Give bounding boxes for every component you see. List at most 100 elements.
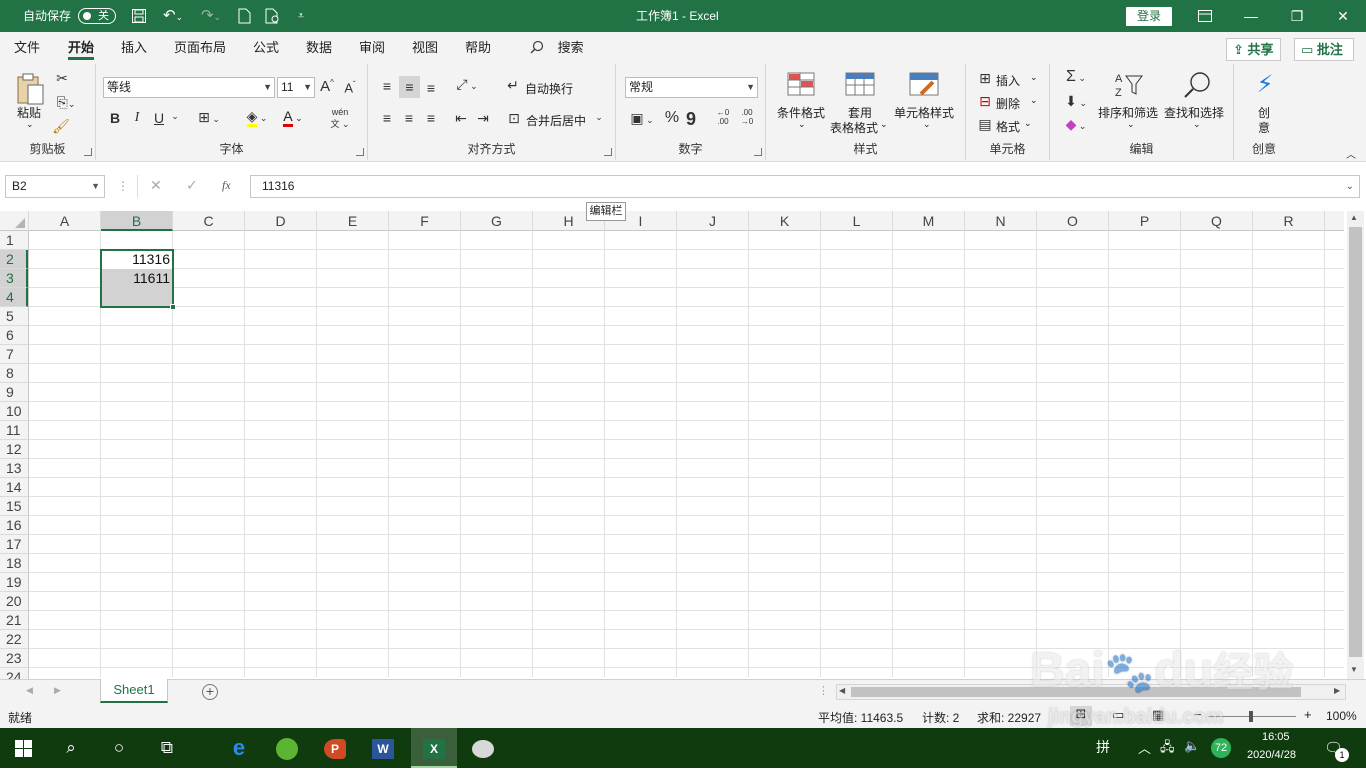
insert-cells-button[interactable]: 插入 [996,72,1020,89]
dialog-launcher-icon[interactable] [604,148,612,156]
zoom-in-icon[interactable]: + [1304,707,1312,722]
row-header-14[interactable]: 14 [0,478,28,497]
row-header-16[interactable]: 16 [0,516,28,535]
wrap-text-button[interactable]: 自动换行 [525,80,573,97]
fill-icon[interactable]: ⬇ ⌄ [1060,93,1092,110]
row-header-4[interactable]: 4 [0,288,28,307]
formula-input[interactable]: 11316 ⌄ [250,175,1360,198]
underline-button[interactable]: U [152,110,166,126]
tab-help[interactable]: 帮助 [465,32,491,64]
autosum-icon[interactable]: Σ ⌄ [1060,68,1092,86]
borders-icon[interactable]: ⊞ ⌄ [194,109,224,126]
cut-icon[interactable]: ✂ [54,70,70,87]
collapse-ribbon-icon[interactable]: ︿ [1344,146,1358,161]
align-right-icon[interactable]: ≡ [422,110,440,126]
row-header-12[interactable]: 12 [0,440,28,459]
sort-filter-icon[interactable]: AZ [1112,70,1146,103]
row-header-20[interactable]: 20 [0,592,28,611]
sum-status[interactable]: 求和: 22927 [977,709,1041,726]
merge-center-button[interactable]: 合并后居中 [526,112,586,129]
customize-qat-icon[interactable]: ⩡ [292,0,310,32]
tab-home[interactable]: 开始 [68,32,95,64]
windows-start-icon[interactable] [0,728,46,768]
row-header-11[interactable]: 11 [0,421,28,440]
scroll-thumb[interactable] [1349,227,1362,657]
column-header-e[interactable]: E [317,211,389,231]
average-status[interactable]: 平均值: 11463.5 [818,709,903,726]
increase-decimal-icon[interactable]: ←0.00 [714,108,732,126]
cancel-icon[interactable]: ✕ [150,177,162,194]
column-header-c[interactable]: C [173,211,245,231]
undo-icon[interactable]: ↶⌄ [158,0,188,32]
row-header-18[interactable]: 18 [0,554,28,573]
tab-insert[interactable]: 插入 [121,32,147,64]
decrease-decimal-icon[interactable]: .00 →0 [738,108,756,126]
clock-time[interactable]: 16:05 [1262,731,1290,743]
powerpoint-icon[interactable]: P [312,728,358,768]
row-header-8[interactable]: 8 [0,364,28,383]
format-painter-icon[interactable]: 🖌 [52,118,70,135]
font-size-combo[interactable]: 11 ▼ [277,77,315,98]
minimize-button[interactable]: — [1228,0,1274,32]
expand-formula-icon[interactable]: ⌄ [1346,176,1354,197]
tab-review[interactable]: 审阅 [359,32,385,64]
row-header-9[interactable]: 9 [0,383,28,402]
dialog-launcher-icon[interactable] [754,148,762,156]
share-button[interactable]: ⇪ 共享 [1226,38,1281,61]
column-header-d[interactable]: D [245,211,317,231]
tab-file[interactable]: 文件 [14,32,40,64]
tab-formulas[interactable]: 公式 [253,32,279,64]
dialog-launcher-icon[interactable] [356,148,364,156]
row-header-17[interactable]: 17 [0,535,28,554]
chevron-down-icon[interactable]: ⌄ [880,119,888,130]
insert-cells-icon[interactable]: ⊞ [976,70,994,87]
column-header-f[interactable]: F [389,211,461,231]
new-file-icon[interactable] [234,0,254,32]
tab-split-handle-icon[interactable]: ⋮ [818,684,829,697]
close-button[interactable]: ✕ [1320,0,1366,32]
bold-button[interactable]: B [108,110,122,126]
login-button[interactable]: 登录 [1126,7,1172,26]
task-view-icon[interactable]: ⧉ [144,728,190,768]
count-status[interactable]: 计数: 2 [922,709,959,726]
format-cells-icon[interactable]: ▤ [976,116,994,133]
chevron-down-icon[interactable]: ⌄ [594,112,604,123]
cell-styles-icon[interactable] [908,72,940,99]
row-header-21[interactable]: 21 [0,611,28,630]
paste-dropdown-icon[interactable]: ⌄ [26,119,34,130]
name-box[interactable]: B2 ▼ [5,175,105,198]
select-all-corner[interactable] [0,211,29,231]
row-header-19[interactable]: 19 [0,573,28,592]
decrease-indent-icon[interactable]: ⇤ [452,110,470,127]
column-header-n[interactable]: N [965,211,1037,231]
chevron-down-icon[interactable]: ⌄ [1030,72,1038,83]
scroll-up-icon[interactable]: ▲ [1350,213,1358,222]
chevron-down-icon[interactable]: ⌄ [1024,118,1032,129]
align-middle-icon[interactable]: ≡ [399,76,420,98]
align-top-icon[interactable]: ≡ [378,78,396,94]
chevron-down-icon[interactable]: ⌄ [170,111,180,122]
paste-icon[interactable] [14,72,46,106]
column-header-p[interactable]: P [1109,211,1181,231]
worksheet-grid[interactable]: 11316 11611 [29,231,1344,677]
show-hidden-icons-icon[interactable]: ︿ [1138,738,1151,757]
column-header-o[interactable]: O [1037,211,1109,231]
format-cells-button[interactable]: 格式 [996,118,1020,135]
row-header-2[interactable]: 2 [0,250,28,269]
row-header-3[interactable]: 3 [0,269,28,288]
clock-date[interactable]: 2020/4/28 [1247,749,1296,761]
column-header-a[interactable]: A [29,211,101,231]
scroll-down-icon[interactable]: ▼ [1350,665,1358,674]
number-format-combo[interactable]: 常规 ▼ [625,77,758,98]
browser-360-icon[interactable] [264,728,310,768]
column-header-j[interactable]: J [677,211,749,231]
shrink-font-icon[interactable]: Aˇ [341,80,359,95]
row-header-23[interactable]: 23 [0,649,28,668]
column-header-r[interactable]: R [1253,211,1325,231]
row-header-10[interactable]: 10 [0,402,28,421]
wechat-icon[interactable] [460,728,506,768]
zoom-level[interactable]: 100% [1326,709,1357,723]
currency-icon[interactable]: ▣ ⌄ [626,110,658,127]
dialog-launcher-icon[interactable] [84,148,92,156]
delete-cells-icon[interactable]: ⊟ [976,93,994,110]
